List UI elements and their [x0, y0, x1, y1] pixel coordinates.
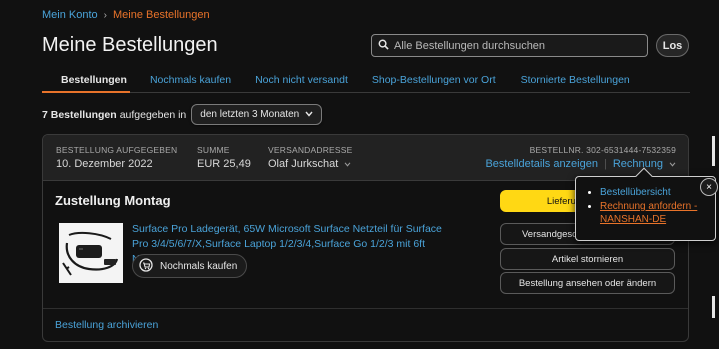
- order-links: Bestelldetails anzeigen | Rechnung: [485, 158, 676, 170]
- chevron-down-icon: [669, 158, 676, 170]
- breadcrumb: Mein Konto › Meine Bestellungen: [42, 9, 210, 21]
- time-range-value: den letzten 3 Monaten: [200, 109, 300, 120]
- right-edge-panel-lower: [712, 296, 719, 318]
- order-placed-label: BESTELLUNG AUFGEGEBEN: [56, 145, 178, 155]
- order-total: SUMME EUR 25,49: [197, 145, 251, 170]
- right-edge-panel: [712, 136, 719, 166]
- popover-close-button[interactable]: ×: [700, 178, 718, 196]
- order-count-suffix: aufgegeben in: [119, 108, 187, 121]
- buy-again-icon: [138, 257, 154, 276]
- tab-noch-nicht-versandt[interactable]: Noch nicht versandt: [255, 66, 348, 93]
- chevron-down-icon: [305, 109, 313, 120]
- order-details-link[interactable]: Bestelldetails anzeigen: [485, 158, 598, 170]
- invoice-menu-item-summary[interactable]: Bestellübersicht: [600, 186, 710, 199]
- search-button[interactable]: Los: [656, 34, 689, 57]
- invoice-menu: Bestellübersicht Rechnung anfordern - NA…: [600, 186, 710, 227]
- tab-stornierte-bestellungen[interactable]: Stornierte Bestellungen: [521, 66, 630, 93]
- search-input[interactable]: [394, 39, 634, 52]
- tab-bestellungen[interactable]: Bestellungen: [42, 66, 130, 93]
- breadcrumb-current: Meine Bestellungen: [113, 9, 210, 21]
- search-icon: [378, 37, 389, 55]
- order-placed: BESTELLUNG AUFGEGEBEN 10. Dezember 2022: [56, 145, 177, 170]
- order-number: BESTELLNR. 302-6531444-7532359: [529, 145, 676, 155]
- order-shipto-value[interactable]: Olaf Jurkschat: [268, 158, 353, 170]
- order-header: BESTELLUNG AUFGEGEBEN 10. Dezember 2022 …: [43, 135, 688, 181]
- product-image[interactable]: [59, 223, 123, 283]
- search-box: [371, 34, 648, 57]
- view-edit-order-button[interactable]: Bestellung ansehen oder ändern: [500, 272, 675, 294]
- request-invoice-link[interactable]: Rechnung anfordern - NANSHAN-DE: [600, 201, 697, 225]
- time-range-dropdown[interactable]: den letzten 3 Monaten: [191, 104, 323, 125]
- order-number-block: BESTELLNR. 302-6531444-7532359 Bestellde…: [485, 145, 676, 170]
- page-title: Meine Bestellungen: [42, 34, 218, 56]
- order-tabs: Bestellungen Nochmals kaufen Noch nicht …: [42, 66, 690, 93]
- order-shipto-label: VERSANDADRESSE: [268, 145, 353, 155]
- invoice-menu-item-request[interactable]: Rechnung anfordern - NANSHAN-DE: [600, 200, 710, 226]
- order-total-value: EUR 25,49: [197, 158, 251, 170]
- order-placed-value: 10. Dezember 2022: [56, 158, 153, 170]
- delivery-status-title: Zustellung Montag: [55, 193, 171, 208]
- order-total-label: SUMME: [197, 145, 230, 155]
- order-shipto-name: Olaf Jurkschat: [268, 158, 339, 170]
- tab-shop-bestellungen[interactable]: Shop-Bestellungen vor Ort: [372, 66, 496, 93]
- archive-order-link[interactable]: Bestellung archivieren: [55, 319, 158, 331]
- card-divider: [43, 308, 688, 309]
- order-summary-link[interactable]: Bestellübersicht: [600, 187, 671, 198]
- order-shipto: VERSANDADRESSE Olaf Jurkschat: [268, 145, 353, 170]
- cancel-item-button[interactable]: Artikel stornieren: [500, 248, 675, 270]
- tab-nochmals-kaufen[interactable]: Nochmals kaufen: [150, 66, 231, 93]
- chevron-down-icon: [344, 158, 351, 170]
- order-filter: 7 Bestellungen aufgegeben in den letzten…: [42, 104, 323, 125]
- buy-again-button[interactable]: Nochmals kaufen: [132, 254, 248, 278]
- breadcrumb-separator: ›: [103, 9, 107, 21]
- link-divider: |: [603, 158, 607, 170]
- buy-again-label: Nochmals kaufen: [160, 260, 238, 272]
- order-count: 7 Bestellungen: [42, 108, 117, 121]
- invoice-popover: Bestellübersicht Rechnung anfordern - NA…: [575, 167, 716, 241]
- breadcrumb-mein-konto[interactable]: Mein Konto: [42, 9, 98, 21]
- invoice-link[interactable]: Rechnung: [613, 158, 663, 170]
